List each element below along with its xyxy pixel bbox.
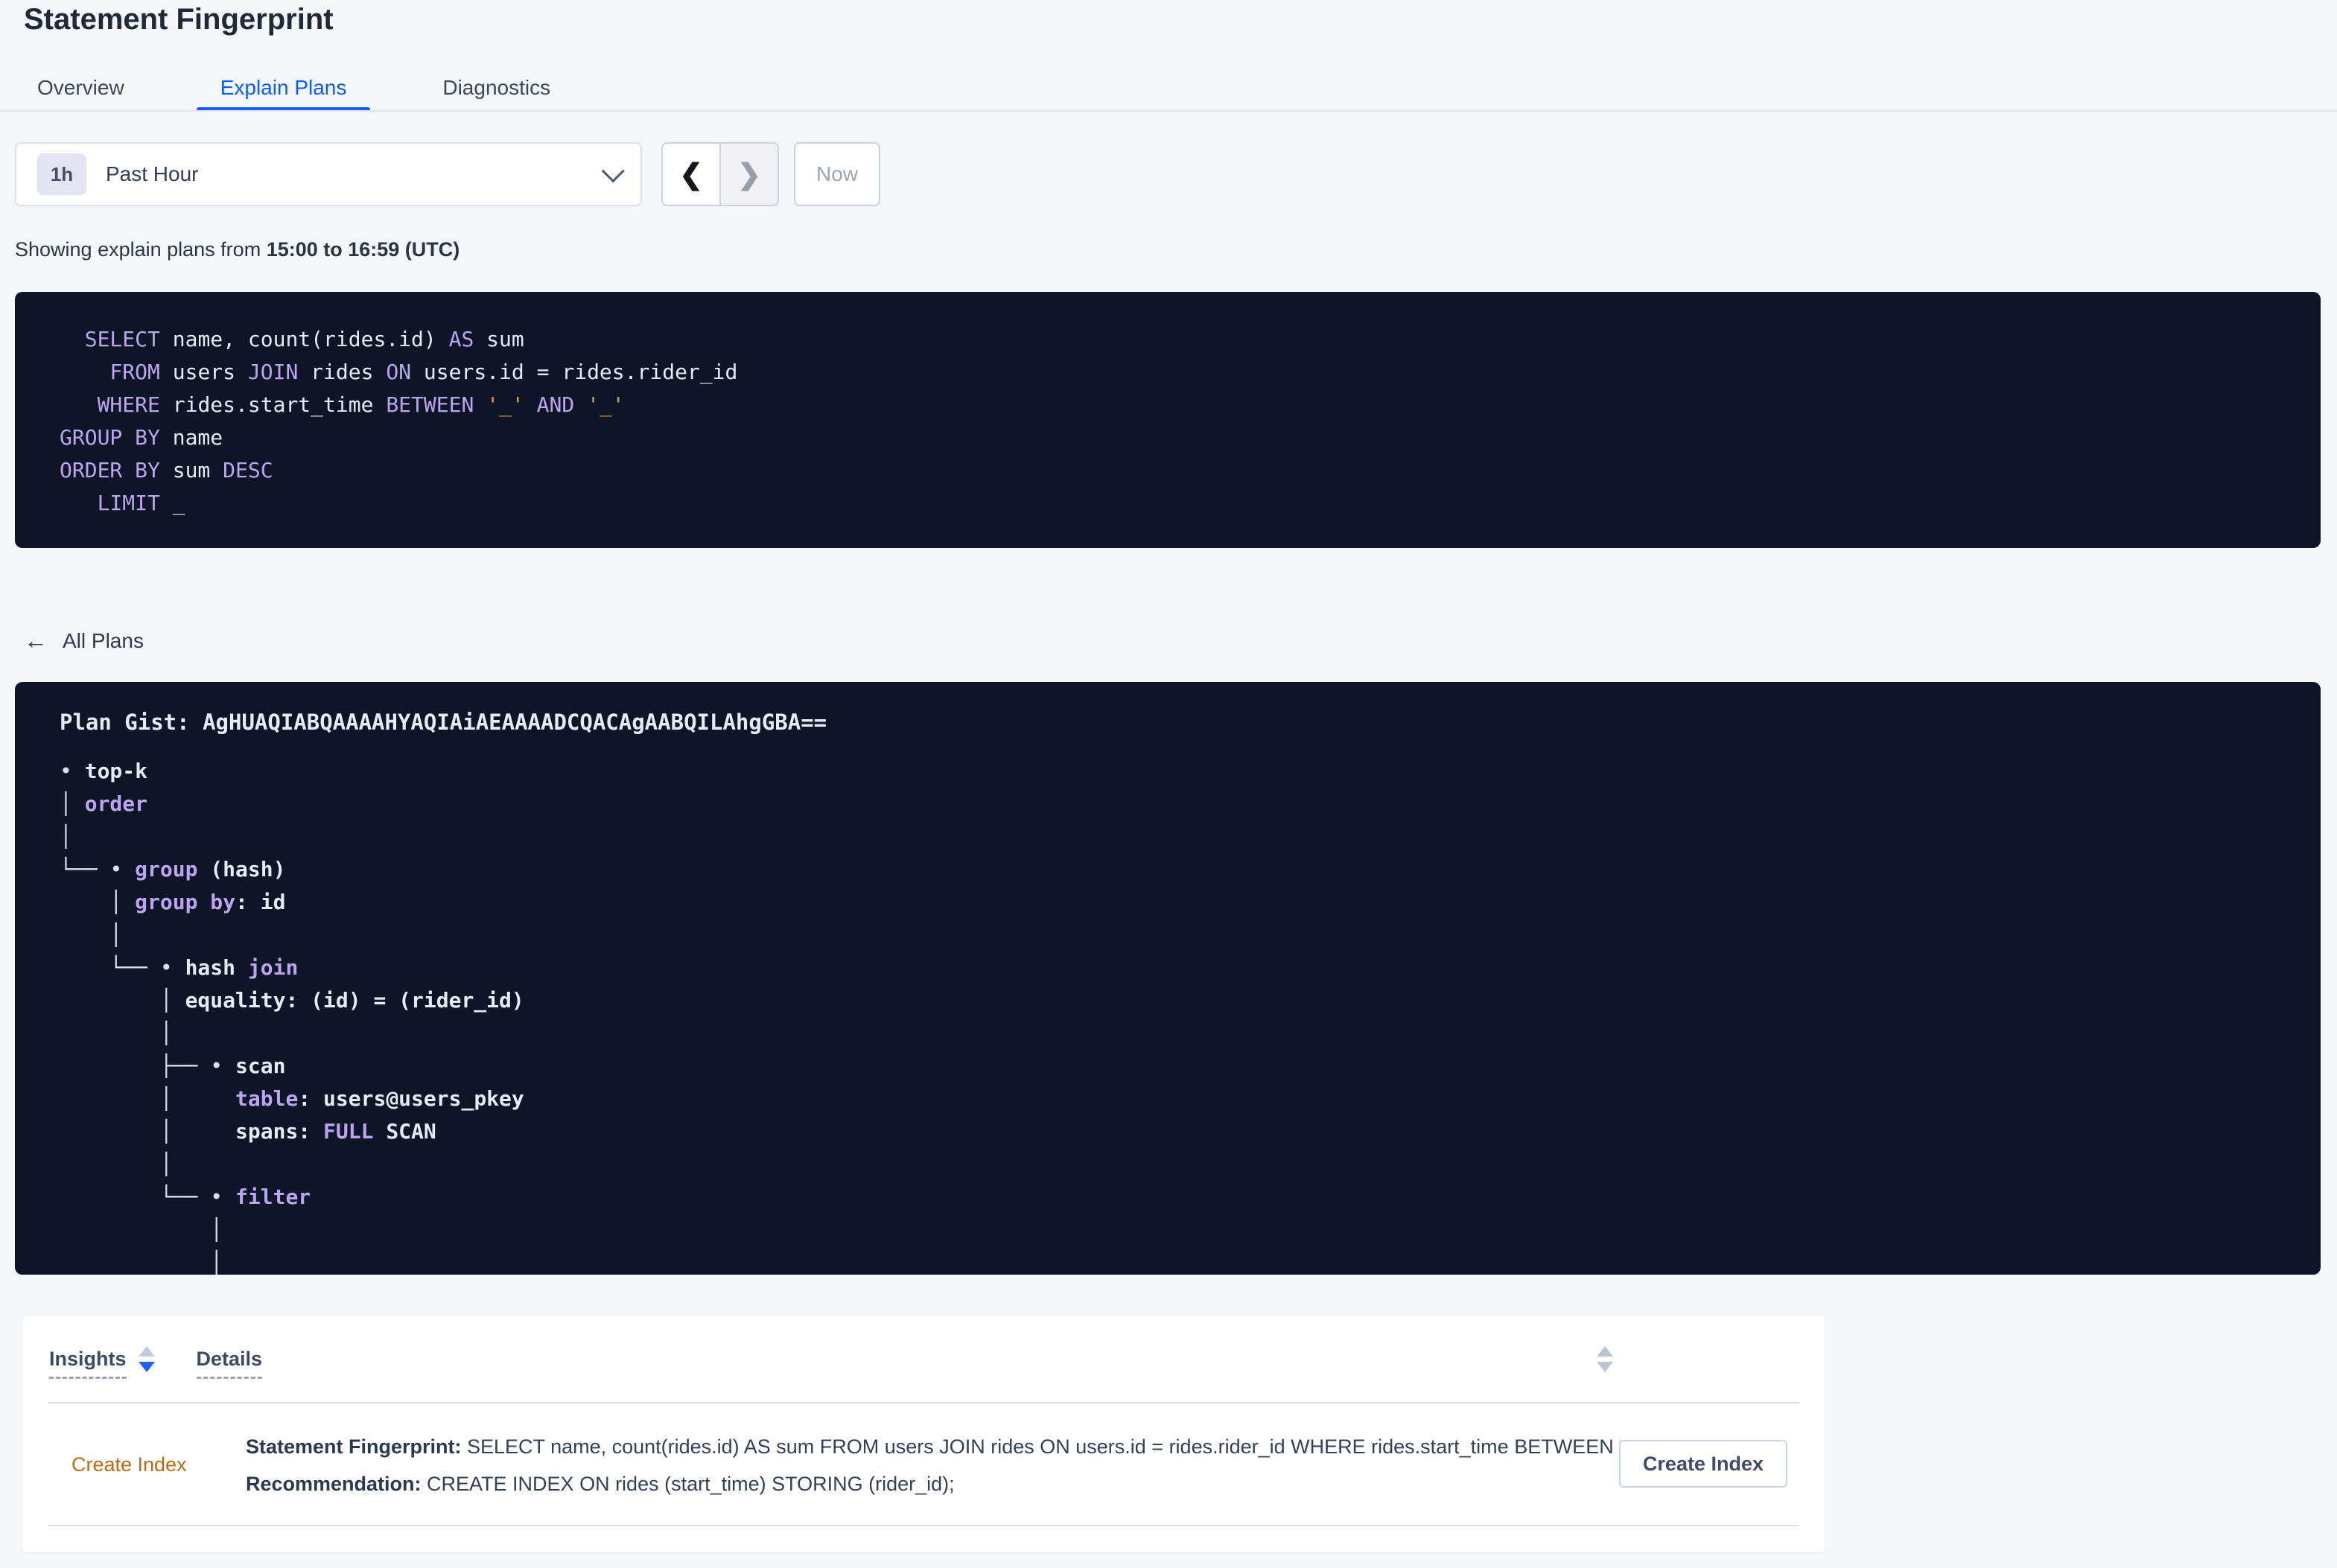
- all-plans-label: All Plans: [63, 628, 144, 652]
- create-index-button[interactable]: Create Index: [1618, 1440, 1787, 1488]
- previous-time-button[interactable]: ❮: [663, 144, 721, 205]
- sort-icon-details[interactable]: [1597, 1346, 1613, 1372]
- insight-create-index-link[interactable]: Create Index: [71, 1403, 187, 1526]
- plan-gist-label: Plan Gist:: [60, 710, 203, 735]
- time-range-dropdown[interactable]: 1h Past Hour: [15, 142, 642, 206]
- statement-fingerprint-line: Statement Fingerprint: SELECT name, coun…: [246, 1435, 1621, 1458]
- tab-overview[interactable]: Overview: [13, 64, 148, 112]
- table-row: Create Index Statement Fingerprint: SELE…: [48, 1403, 1799, 1526]
- tab-explain-plans[interactable]: Explain Plans: [196, 64, 371, 112]
- sort-down-triangle: [138, 1362, 155, 1372]
- recommendation-line: Recommendation: CREATE INDEX ON rides (s…: [246, 1472, 955, 1495]
- chevron-down-icon: [601, 159, 625, 183]
- plan-gist-line: Plan Gist: AgHUAQIABQAAAAHYAQIAiAEAAAADC…: [60, 706, 2321, 739]
- plan-gist-value: AgHUAQIABQAAAAHYAQIAiAEAAAADCQACAgAABQIL…: [203, 710, 827, 735]
- next-time-button[interactable]: ❯: [721, 144, 778, 205]
- now-button[interactable]: Now: [794, 142, 880, 206]
- sql-code: SELECT name, count(rides.id) AS sum FROM…: [60, 327, 738, 515]
- sort-down-triangle: [1597, 1362, 1613, 1372]
- showing-range-text: Showing explain plans from 15:00 to 16:5…: [15, 238, 460, 261]
- time-range-label: Past Hour: [106, 162, 199, 185]
- tabs-divider: [0, 110, 2337, 112]
- insights-card: Insights Details Create Index Statement …: [22, 1316, 1825, 1552]
- arrow-left-icon: ←: [24, 627, 48, 654]
- plan-gist-block: Plan Gist: AgHUAQIABQAAAAHYAQIAiAEAAAADC…: [15, 682, 2321, 1275]
- details-cell: Statement Fingerprint: SELECT name, coun…: [246, 1403, 1621, 1526]
- column-header-details[interactable]: Details: [196, 1348, 263, 1379]
- time-range-badge: 1h: [37, 153, 86, 195]
- sort-up-triangle: [1597, 1346, 1613, 1357]
- sql-statement-block: SELECT name, count(rides.id) AS sum FROM…: [15, 292, 2321, 548]
- time-pager: ❮ ❯: [661, 142, 779, 206]
- sort-icon[interactable]: [138, 1346, 155, 1372]
- sort-up-triangle: [138, 1346, 155, 1357]
- insights-table-header: Insights Details: [48, 1316, 1799, 1403]
- showing-range: 15:00 to 16:59 (UTC): [266, 238, 460, 261]
- plan-tree: • top-k │ order │ └── • group (hash) │ grou…: [60, 759, 524, 1275]
- showing-prefix: Showing explain plans from: [15, 238, 267, 261]
- column-header-insights[interactable]: Insights: [49, 1348, 127, 1379]
- time-controls: 1h Past Hour ❮ ❯ Now: [15, 142, 880, 206]
- tab-diagnostics[interactable]: Diagnostics: [419, 64, 574, 112]
- tab-bar: Overview Explain Plans Diagnostics: [13, 64, 623, 112]
- page-title: Statement Fingerprint: [24, 3, 334, 36]
- all-plans-link[interactable]: ← All Plans: [24, 627, 144, 654]
